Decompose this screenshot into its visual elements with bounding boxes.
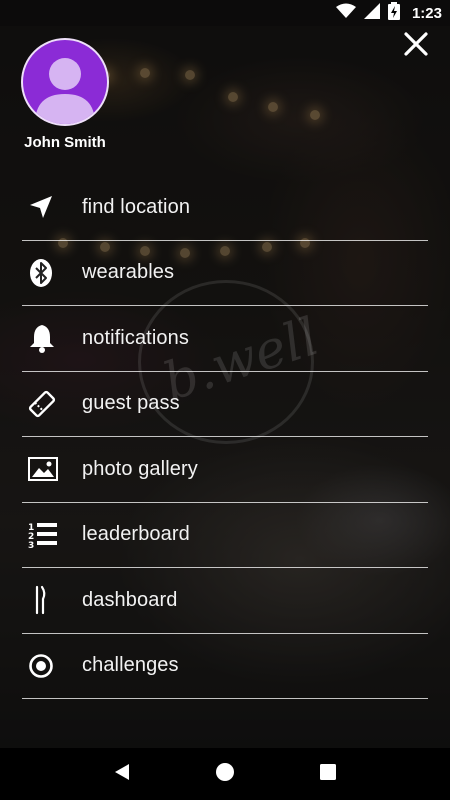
menu-item-label: guest pass	[82, 392, 180, 415]
menu-item-leaderboard[interactable]: 1 2 3 leaderboard	[22, 503, 428, 568]
menu-item-dashboard[interactable]: dashboard	[22, 568, 428, 634]
battery-icon	[387, 1, 400, 25]
target-icon	[22, 646, 68, 686]
numbered-list-icon: 1 2 3	[22, 515, 68, 555]
menu-item-label: wearables	[82, 261, 175, 284]
menu-item-label: leaderboard	[82, 523, 190, 546]
close-button[interactable]	[400, 30, 432, 62]
menu-item-label: notifications	[82, 326, 189, 349]
menu-item-notifications[interactable]: notifications	[22, 306, 428, 372]
wifi-icon	[335, 3, 356, 24]
avatar[interactable]	[21, 38, 109, 126]
back-icon	[113, 763, 131, 786]
signal-icon	[363, 2, 380, 24]
system-nav-bar	[0, 748, 450, 800]
home-icon	[215, 762, 235, 787]
bell-icon	[22, 318, 68, 358]
back-button[interactable]	[102, 754, 142, 794]
menu-item-wearables[interactable]: wearables	[22, 241, 428, 306]
status-time: 1:23	[411, 4, 442, 22]
menu-item-find-location[interactable]: find location	[22, 175, 428, 241]
ticket-icon	[22, 384, 68, 424]
menu-item-label: find location	[82, 195, 191, 218]
app-screen: b.well 1:23 John Smith find location wea…	[0, 0, 450, 800]
status-bar: 1:23	[0, 0, 450, 26]
menu-item-label: dashboard	[82, 588, 178, 611]
menu-item-photo-gallery[interactable]: photo gallery	[22, 437, 428, 503]
fork-knife-icon	[22, 580, 68, 620]
recents-button[interactable]	[308, 754, 348, 794]
bluetooth-icon	[22, 253, 68, 293]
menu-item-label: challenges	[82, 654, 179, 677]
recents-icon	[319, 763, 337, 786]
home-button[interactable]	[205, 754, 245, 794]
menu-item-label: photo gallery	[82, 457, 198, 480]
side-menu: find location wearables notifications gu…	[22, 175, 428, 699]
user-name: John Smith	[24, 134, 106, 151]
close-icon	[404, 31, 428, 61]
svg-text:3: 3	[28, 541, 34, 549]
menu-item-guest-pass[interactable]: guest pass	[22, 372, 428, 437]
menu-item-challenges[interactable]: challenges	[22, 634, 428, 699]
navigation-arrow-icon	[22, 187, 68, 227]
image-icon	[22, 449, 68, 489]
